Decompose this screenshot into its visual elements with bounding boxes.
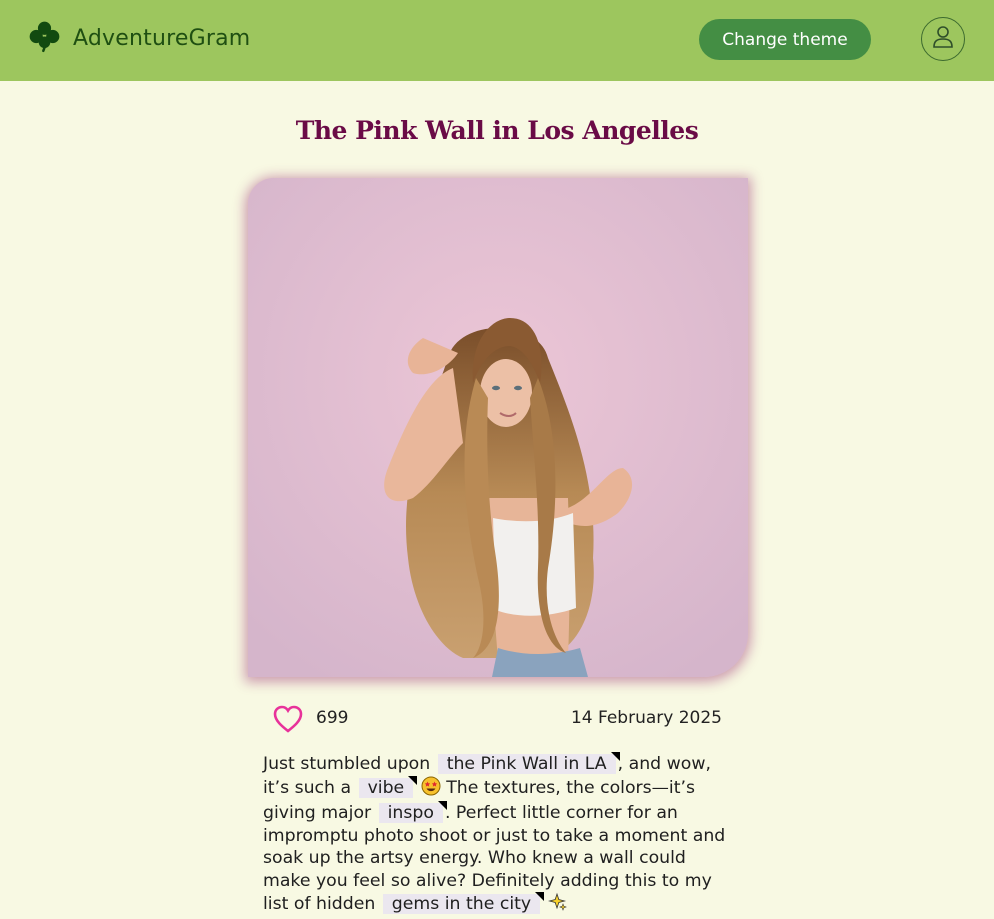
hashtag-link[interactable]: the Pink Wall in LA: [437, 754, 616, 774]
post-title: The Pink Wall in Los Angelles: [295, 116, 699, 145]
post-caption: Just stumbled upon the Pink Wall in LA, …: [263, 753, 733, 919]
hashtag-link[interactable]: gems in the city: [382, 894, 541, 914]
post-image: [248, 178, 748, 677]
post-date: 14 February 2025: [570, 708, 722, 728]
clover-icon: [28, 20, 61, 57]
hashtag-link[interactable]: vibe: [358, 777, 414, 798]
hashtag-link[interactable]: inspo: [378, 803, 443, 823]
brand[interactable]: AdventureGram: [28, 20, 250, 57]
user-icon: [932, 25, 954, 53]
like-count: 699: [316, 708, 349, 728]
post-meta: 699 14 February 2025: [270, 702, 722, 734]
top-navigation-bar: AdventureGram Change theme: [0, 0, 994, 81]
heart-icon[interactable]: [272, 704, 304, 734]
sparkles-emoji-icon: [547, 892, 568, 919]
app-name: AdventureGram: [73, 26, 251, 51]
caption-text: Just stumbled upon: [263, 754, 436, 774]
profile-button[interactable]: [921, 17, 965, 61]
star-struck-emoji-icon: [421, 776, 441, 803]
change-theme-button[interactable]: Change theme: [699, 19, 871, 60]
